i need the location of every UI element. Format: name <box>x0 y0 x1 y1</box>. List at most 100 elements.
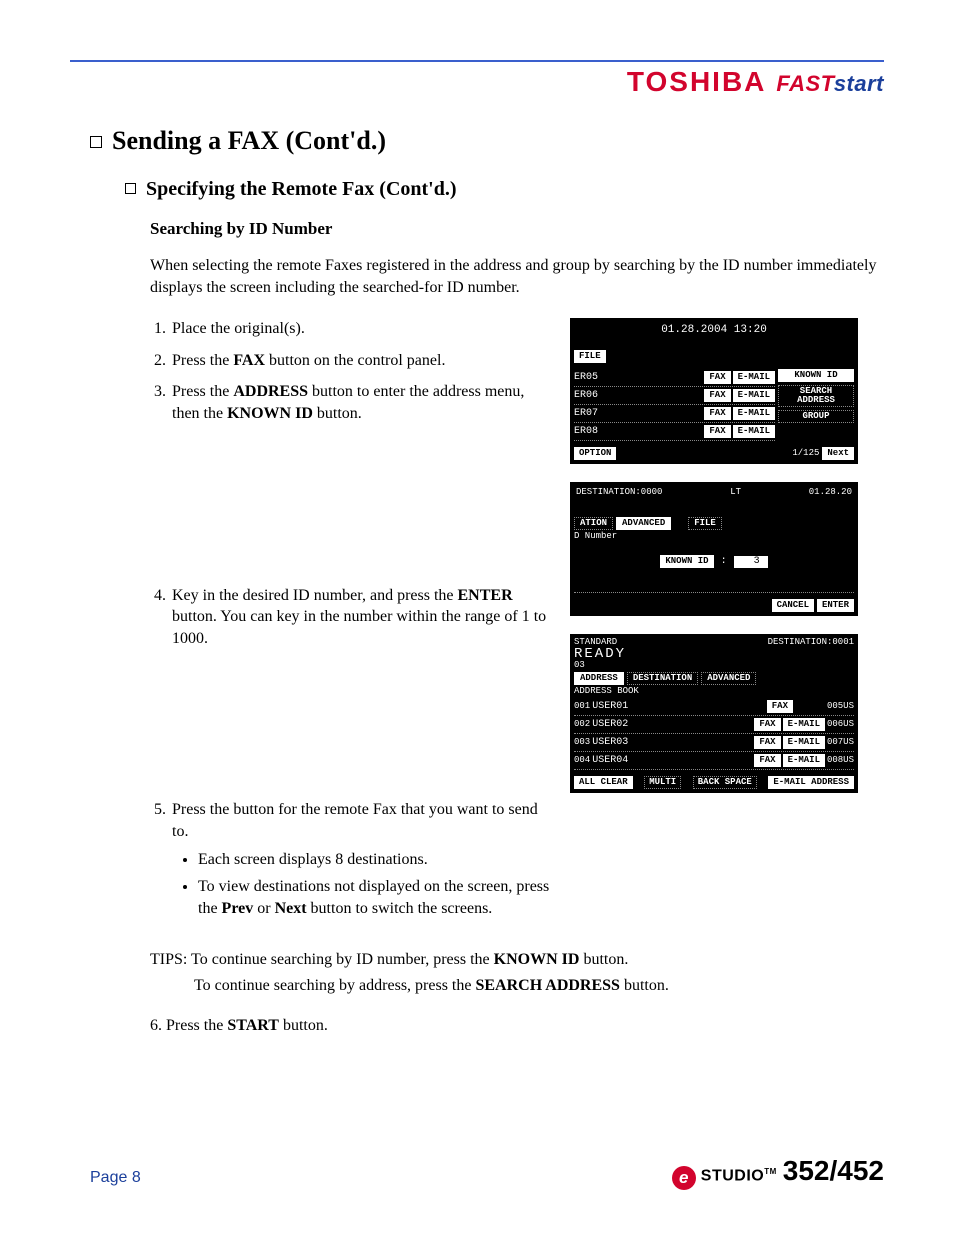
lcd3-bottom: ALL CLEAR MULTI BACK SPACE E-MAIL ADDRES… <box>574 776 854 789</box>
left: 001USER01 <box>574 702 628 712</box>
side-buttons: KNOWN ID SEARCH ADDRESS GROUP <box>778 369 854 441</box>
advanced-tab[interactable]: ADVANCED <box>616 517 671 530</box>
t: ADDRESS <box>233 383 308 400</box>
user-row: 004USER04 FAX E-MAIL 008US <box>574 752 854 770</box>
next-button[interactable]: Next <box>822 447 854 460</box>
all-clear-button[interactable]: ALL CLEAR <box>574 776 633 789</box>
known-id-button[interactable]: KNOWN ID <box>778 369 854 382</box>
section-heading: Sending a FAX (Cont'd.) <box>90 126 884 156</box>
group-button[interactable]: GROUP <box>778 410 854 423</box>
address-tab[interactable]: ADDRESS <box>574 672 624 685</box>
file-tab-row: FILE <box>574 350 854 363</box>
user-row: 002USER02 FAX E-MAIL 006US <box>574 716 854 734</box>
entry-row: ER08 FAX E-MAIL <box>574 423 775 441</box>
t: button to switch the screens. <box>307 900 493 917</box>
option-button[interactable]: OPTION <box>574 447 616 460</box>
steps-column: Place the original(s). Press the FAX but… <box>150 318 550 929</box>
lcd1-main: ER05 FAX E-MAIL ER06 FAX E-MAIL <box>574 369 854 441</box>
t: button. <box>579 951 628 968</box>
right-id: 006US <box>827 720 854 729</box>
step-1: Place the original(s). <box>170 318 550 340</box>
entry-row: ER05 FAX E-MAIL <box>574 369 775 387</box>
btns: FAX E-MAIL <box>704 389 775 402</box>
entry-name: ER06 <box>574 391 598 401</box>
user-row: 003USER03 FAX E-MAIL 007US <box>574 734 854 752</box>
lcd-timestamp: 01.28.2004 13:20 <box>574 322 854 338</box>
start-text: start <box>834 71 884 96</box>
enter-button[interactable]: ENTER <box>817 599 854 612</box>
uname: USER04 <box>592 756 628 766</box>
t: Next <box>275 900 307 917</box>
steps-list: Place the original(s). Press the FAX but… <box>150 318 550 424</box>
t: Press the button for the remote Fax that… <box>172 801 538 840</box>
email-button[interactable]: E-MAIL <box>733 389 775 402</box>
t: Press the <box>166 1017 227 1034</box>
fax-button[interactable]: FAX <box>754 736 780 749</box>
right-id: 005US <box>827 702 854 711</box>
t: Press the <box>172 352 233 369</box>
t: button. <box>279 1017 328 1034</box>
ation-tab[interactable]: ATION <box>574 517 613 530</box>
destination-label: DESTINATION:0001 <box>768 638 854 647</box>
email-button[interactable]: E-MAIL <box>783 736 825 749</box>
entry-row: ER07 FAX E-MAIL <box>574 405 775 423</box>
known-id-label: KNOWN ID <box>660 555 713 568</box>
e-badge-icon: e <box>672 1166 696 1190</box>
lcd-screenshot-2: DESTINATION:0000 LT 01.28.20 ATION ADVAN… <box>570 482 858 616</box>
lt-label: LT <box>730 488 741 497</box>
multi-button[interactable]: MULTI <box>644 776 681 789</box>
file-button[interactable]: FILE <box>574 350 606 363</box>
t: button. <box>313 405 362 422</box>
t: button. <box>620 977 669 994</box>
btns: FAX E-MAIL <box>704 407 775 420</box>
email-button[interactable]: E-MAIL <box>783 754 825 767</box>
lcd1-bottom: OPTION 1/125 Next <box>574 447 854 460</box>
fax-button[interactable]: FAX <box>754 718 780 731</box>
email-address-button[interactable]: E-MAIL ADDRESS <box>768 776 854 789</box>
email-button[interactable]: E-MAIL <box>733 407 775 420</box>
uname: USER01 <box>592 702 628 712</box>
file-tab[interactable]: FILE <box>688 517 722 530</box>
fax-button[interactable]: FAX <box>754 754 780 767</box>
entry-name: ER07 <box>574 409 598 419</box>
id-input[interactable]: 3 <box>734 556 768 568</box>
lcd3-tabs: ADDRESS DESTINATION ADVANCED <box>574 672 854 685</box>
search-address-button[interactable]: SEARCH ADDRESS <box>778 385 854 407</box>
lcd-screenshot-1: 01.28.2004 13:20 FILE ER05 FAX E-MAI <box>570 318 858 464</box>
email-button[interactable]: E-MAIL <box>783 718 825 731</box>
left: 003USER03 <box>574 738 628 748</box>
fax-button[interactable]: FAX <box>704 371 730 384</box>
fax-button[interactable]: FAX <box>767 700 793 713</box>
id: 003 <box>574 738 590 747</box>
page-number: Page 8 <box>90 1169 141 1187</box>
fax-button[interactable]: FAX <box>704 425 730 438</box>
backspace-button[interactable]: BACK SPACE <box>693 776 757 789</box>
t: START <box>227 1017 279 1034</box>
step-5-bullets: Each screen displays 8 destinations. To … <box>172 849 550 920</box>
spacer <box>150 435 550 585</box>
tips-line-1: TIPS: To continue searching by ID number… <box>150 947 884 973</box>
btns: FAX E-MAIL <box>704 425 775 438</box>
fax-button[interactable]: FAX <box>704 407 730 420</box>
id: 002 <box>574 720 590 729</box>
spacer <box>150 659 550 799</box>
page-footer: Page 8 e STUDIOTM 352/452 <box>70 1155 884 1187</box>
t: ENTER <box>458 587 513 604</box>
model-number: 352/452 <box>783 1155 884 1187</box>
destination-tab[interactable]: DESTINATION <box>627 672 698 685</box>
right: FAX E-MAIL 006US <box>754 718 854 731</box>
page: TOSHIBA FASTstart Sending a FAX (Cont'd.… <box>0 0 954 1235</box>
subsection-heading: Specifying the Remote Fax (Cont'd.) <box>125 178 884 201</box>
right: FAX E-MAIL 008US <box>754 754 854 767</box>
fax-button[interactable]: FAX <box>704 389 730 402</box>
square-bullet-icon <box>125 183 136 194</box>
cancel-button[interactable]: CANCEL <box>772 599 814 612</box>
advanced-tab[interactable]: ADVANCED <box>701 672 756 685</box>
h2-text: Specifying the Remote Fax (Cont'd.) <box>146 178 457 200</box>
known-id-input-row: KNOWN ID : 3 <box>574 555 854 568</box>
email-button[interactable]: E-MAIL <box>733 425 775 438</box>
step-6: 6. Press the START button. <box>150 1017 884 1035</box>
email-button[interactable]: E-MAIL <box>733 371 775 384</box>
d-number-label: D Number <box>574 530 854 543</box>
t: or <box>253 900 274 917</box>
